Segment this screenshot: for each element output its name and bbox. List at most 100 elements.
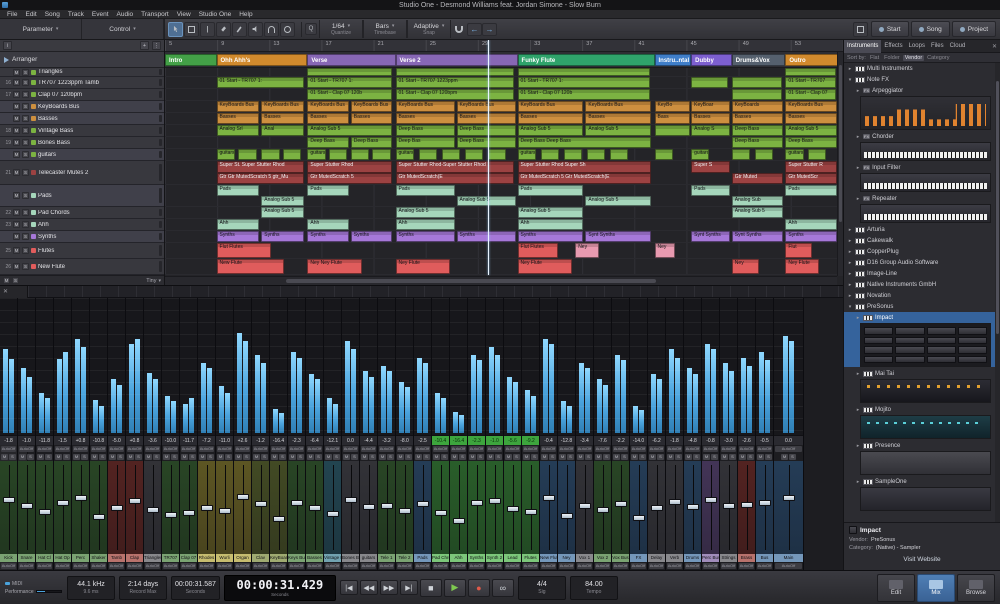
- browser-entry-input-filter[interactable]: ▸FXInput Filter: [844, 162, 995, 192]
- clip[interactable]: KeyBoards Bus: [261, 101, 304, 112]
- clip[interactable]: Deep Bass: [307, 137, 348, 148]
- fader-handle[interactable]: [723, 503, 735, 509]
- clip[interactable]: Synt Synths: [691, 231, 730, 242]
- channel-mute-button[interactable]: M: [73, 454, 80, 460]
- clip[interactable]: Basses: [585, 113, 651, 124]
- solo-button[interactable]: S: [22, 139, 29, 146]
- automation-mode-button[interactable]: AutoOff: [756, 445, 773, 453]
- channel-solo-button[interactable]: S: [333, 454, 340, 460]
- mute-button[interactable]: M: [13, 263, 20, 270]
- insert-slot-button[interactable]: AutoOff: [414, 562, 431, 570]
- insert-slot-button[interactable]: AutoOff: [396, 562, 413, 570]
- mixer-channel-perc-bus[interactable]: -0.8AutoOffMSPerc BusAutoOff: [702, 298, 720, 570]
- insert-slot-button[interactable]: AutoOff: [522, 562, 539, 570]
- insert-slot-button[interactable]: AutoOff: [774, 562, 803, 570]
- solo-button[interactable]: S: [22, 91, 29, 98]
- clip[interactable]: Ney Flute: [396, 259, 450, 274]
- browser-item-repeater[interactable]: ▸FXRepeater: [844, 193, 995, 204]
- solo-button[interactable]: S: [22, 69, 29, 76]
- insert-slot-button[interactable]: AutoOff: [36, 562, 53, 570]
- mixer-channel-triangles[interactable]: -3.6AutoOffMSTrianglesAutoOff: [144, 298, 162, 570]
- channel-fader[interactable]: [54, 461, 71, 554]
- fader-handle[interactable]: [39, 509, 51, 515]
- automation-mode-button[interactable]: AutoOff: [702, 445, 719, 453]
- clip[interactable]: Deep Bass: [732, 137, 783, 148]
- mixer-channel-rhodes[interactable]: -7.2AutoOffMSRhodesAutoOff: [198, 298, 216, 570]
- mixer-channel-ahh[interactable]: -16.4AutoOffMSAhhAutoOff: [450, 298, 468, 570]
- fader-handle[interactable]: [561, 513, 573, 519]
- insert-slot-button[interactable]: AutoOff: [504, 562, 521, 570]
- track-lane-pad-chords[interactable]: Analog Sub 5Analog Sub 5Analog Sub 5Anal…: [165, 207, 843, 219]
- browser-item-input-filter[interactable]: ▸FXInput Filter: [844, 162, 995, 173]
- automation-mode-button[interactable]: AutoOff: [108, 445, 125, 453]
- automation-mode-button[interactable]: AutoOff: [522, 445, 539, 453]
- channel-solo-button[interactable]: S: [315, 454, 322, 460]
- channel-gain-value[interactable]: -3.6: [144, 435, 161, 445]
- clip[interactable]: Synths: [217, 231, 260, 242]
- browser-entry-mojito[interactable]: ▸Mojito: [844, 404, 995, 439]
- fader-handle[interactable]: [651, 505, 663, 511]
- clip[interactable]: KeyBoards Bus: [396, 101, 455, 112]
- solo-button[interactable]: S: [22, 263, 29, 270]
- channel-gain-value[interactable]: -2.2: [612, 435, 629, 445]
- clip[interactable]: Ney Ney Flute: [307, 259, 361, 274]
- mixer-channel-drums[interactable]: -4.8AutoOffMSDrumsAutoOff: [684, 298, 702, 570]
- clip[interactable]: Analog Sub 5: [785, 125, 837, 136]
- marker-dubby[interactable]: Dubby: [691, 54, 732, 66]
- channel-gain-value[interactable]: -9.2: [522, 435, 539, 445]
- fader-handle[interactable]: [507, 506, 519, 512]
- clip[interactable]: Basses: [307, 113, 348, 124]
- clip[interactable]: Analog Sub 5: [732, 207, 783, 218]
- browser-item-chorder[interactable]: ▸FXChorder: [844, 131, 995, 142]
- channel-fader[interactable]: [720, 461, 737, 554]
- insert-slot-button[interactable]: AutoOff: [648, 562, 665, 570]
- fader-handle[interactable]: [489, 498, 501, 504]
- clip[interactable]: [541, 149, 559, 160]
- mixer-channel-ney[interactable]: -12.8AutoOffMSNeyAutoOff: [558, 298, 576, 570]
- insert-slot-button[interactable]: AutoOff: [486, 562, 503, 570]
- mute-button[interactable]: M: [13, 221, 20, 228]
- fader-handle[interactable]: [453, 518, 465, 524]
- clip[interactable]: Deep Bass: [732, 125, 783, 136]
- clip[interactable]: guitars: [518, 149, 536, 160]
- clip[interactable]: [261, 149, 279, 160]
- fader-handle[interactable]: [363, 504, 375, 510]
- channel-gain-value[interactable]: +0.8: [126, 435, 143, 445]
- mixer-channel-hat-cl[interactable]: -11.8AutoOffMSHat ClAutoOff: [36, 298, 54, 570]
- channel-solo-button[interactable]: S: [207, 454, 214, 460]
- time-signature-display[interactable]: 4/4 Sig: [518, 576, 566, 600]
- channel-fader[interactable]: [342, 461, 359, 554]
- clip[interactable]: Analog Srl: [217, 125, 260, 136]
- channel-fader[interactable]: [576, 461, 593, 554]
- mixer-channel-verb[interactable]: -1.8AutoOffMSVerbAutoOff: [666, 298, 684, 570]
- channel-fader[interactable]: [162, 461, 179, 554]
- clip[interactable]: Pads: [518, 185, 584, 196]
- channel-gain-value[interactable]: -6.2: [648, 435, 665, 445]
- automation-mode-button[interactable]: AutoOff: [342, 445, 359, 453]
- tempo-display[interactable]: 84.00 Tempo: [570, 576, 618, 600]
- clip[interactable]: Synths: [396, 231, 455, 242]
- clip[interactable]: KeyBoards Bus: [457, 101, 516, 112]
- clip[interactable]: Deep Bass: [785, 137, 837, 148]
- browser-item-presence[interactable]: ▸Presence: [844, 440, 995, 451]
- clip[interactable]: KeyBoards Bus: [351, 101, 392, 112]
- channel-mute-button[interactable]: M: [781, 454, 788, 460]
- clip[interactable]: [755, 149, 773, 160]
- channel-mute-button[interactable]: M: [667, 454, 674, 460]
- mixer-channel-keys-bus[interactable]: -2.3AutoOffMSKeys BusAutoOff: [288, 298, 306, 570]
- browser-item-mojito[interactable]: ▸Mojito: [844, 404, 995, 415]
- clip[interactable]: Ahh: [518, 219, 584, 230]
- channel-mute-button[interactable]: M: [397, 454, 404, 460]
- insert-slot-button[interactable]: AutoOff: [324, 562, 341, 570]
- channel-fader[interactable]: [702, 461, 719, 554]
- channel-gain-value[interactable]: -2.5: [414, 435, 431, 445]
- track-lane-triangles[interactable]: [165, 68, 843, 77]
- channel-mute-button[interactable]: M: [721, 454, 728, 460]
- channel-gain-value[interactable]: -11.7: [180, 435, 197, 445]
- automation-mode-button[interactable]: AutoOff: [18, 445, 35, 453]
- channel-mute-button[interactable]: M: [487, 454, 494, 460]
- track-header-bones-bass[interactable]: 19MSBones Bass: [0, 137, 164, 149]
- clip[interactable]: 01 Start - Clap 07 120b: [307, 89, 392, 100]
- mute-button[interactable]: M: [13, 233, 20, 240]
- fader-handle[interactable]: [687, 504, 699, 510]
